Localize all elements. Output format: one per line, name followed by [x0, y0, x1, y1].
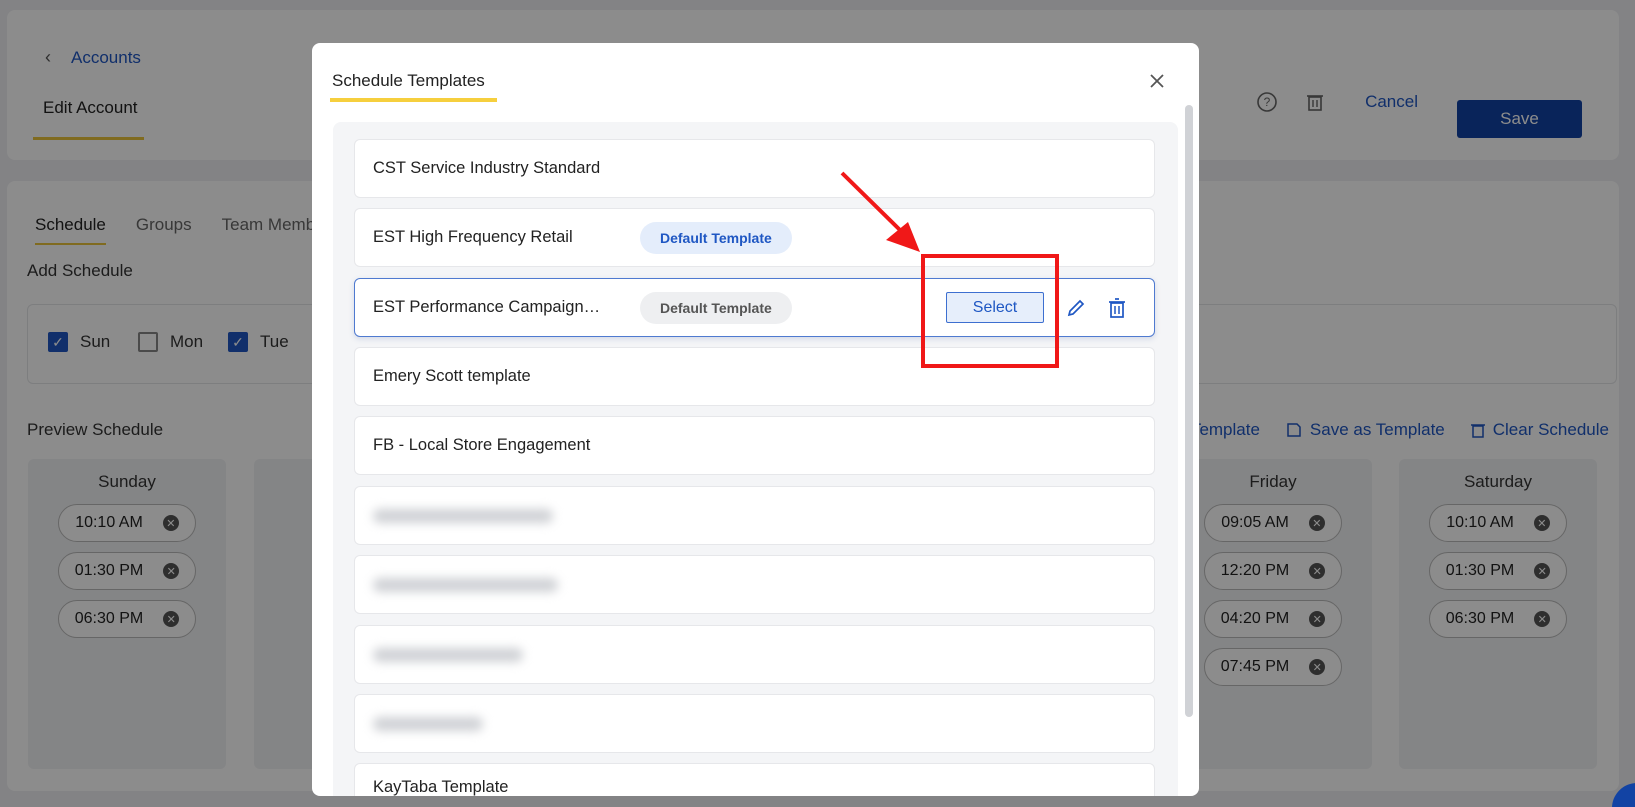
annotation-arrow-shaft [840, 171, 904, 234]
annotation-arrow-head [886, 222, 920, 252]
annotation-highlight-box [921, 254, 1059, 368]
annotation-layer [840, 171, 920, 252]
app-root: ‹ Accounts Edit Account ? Cancel Save Sc… [0, 0, 1635, 807]
